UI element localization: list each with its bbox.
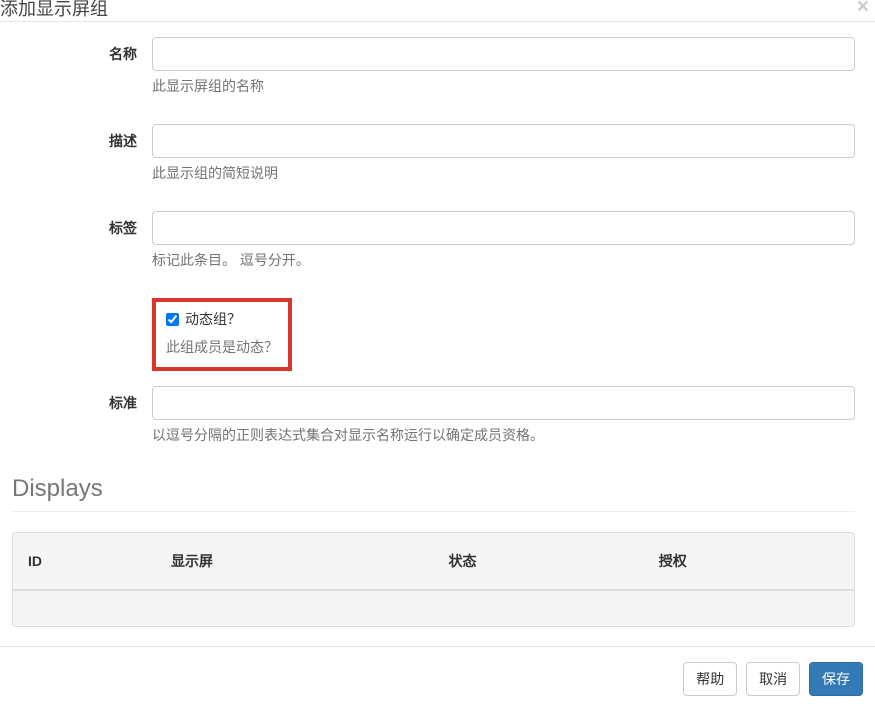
dynamic-highlight-box: 动态组？ 此组成员是动态？ xyxy=(152,298,292,371)
dynamic-checkbox-label[interactable]: 动态组？ xyxy=(166,309,278,329)
desc-input[interactable] xyxy=(152,124,855,158)
modal-body: 名称 此显示屏组的名称 描述 此显示组的简短说明 标签 标记此条目。 逗号分开。… xyxy=(0,22,875,642)
form-group-dynamic: 动态组？ 此组成员是动态？ xyxy=(12,298,855,371)
modal-footer: 帮助 取消 保存 xyxy=(0,646,875,711)
form-group-desc: 描述 此显示组的简短说明 xyxy=(12,124,855,183)
criteria-help: 以逗号分隔的正则表达式集合对显示名称运行以确定成员资格。 xyxy=(152,425,855,445)
tags-field-wrap: 标记此条目。 逗号分开。 xyxy=(152,211,855,270)
dynamic-spacer xyxy=(12,298,152,305)
desc-field-wrap: 此显示组的简短说明 xyxy=(152,124,855,183)
criteria-field-wrap: 以逗号分隔的正则表达式集合对显示名称运行以确定成员资格。 xyxy=(152,386,855,445)
name-field-wrap: 此显示屏组的名称 xyxy=(152,37,855,96)
modal-title: 添加显示屏组 xyxy=(0,0,860,18)
th-status: 状态 xyxy=(433,533,643,590)
close-icon[interactable]: × xyxy=(857,0,869,17)
cancel-button[interactable]: 取消 xyxy=(746,662,800,696)
modal-header: 添加显示屏组 × xyxy=(0,0,875,22)
displays-section-header: Displays xyxy=(12,475,855,512)
name-label: 名称 xyxy=(12,37,152,64)
desc-label: 描述 xyxy=(12,124,152,151)
tags-input[interactable] xyxy=(152,211,855,245)
form-group-criteria: 标准 以逗号分隔的正则表达式集合对显示名称运行以确定成员资格。 xyxy=(12,386,855,445)
save-button[interactable]: 保存 xyxy=(809,662,863,696)
criteria-input[interactable] xyxy=(152,386,855,420)
name-input[interactable] xyxy=(152,37,855,71)
displays-table: ID 显示屏 状态 授权 xyxy=(13,533,854,626)
th-display: 显示屏 xyxy=(156,533,434,590)
dynamic-checkbox[interactable] xyxy=(166,313,179,326)
form-group-name: 名称 此显示屏组的名称 xyxy=(12,37,855,96)
displays-table-wrap: ID 显示屏 状态 授权 xyxy=(12,532,855,627)
th-id: ID xyxy=(13,533,156,590)
tags-help: 标记此条目。 逗号分开。 xyxy=(152,250,855,270)
dynamic-help: 此组成员是动态？ xyxy=(166,337,278,357)
dynamic-label-text: 动态组？ xyxy=(185,309,241,329)
table-header-row: ID 显示屏 状态 授权 xyxy=(13,533,854,590)
criteria-label: 标准 xyxy=(12,386,152,413)
dynamic-field-wrap: 动态组？ 此组成员是动态？ xyxy=(152,298,855,371)
help-button[interactable]: 帮助 xyxy=(683,662,737,696)
name-help: 此显示屏组的名称 xyxy=(152,76,855,96)
tags-label: 标签 xyxy=(12,211,152,238)
th-auth: 授权 xyxy=(644,533,854,590)
form-group-tags: 标签 标记此条目。 逗号分开。 xyxy=(12,211,855,270)
table-row-empty xyxy=(13,590,854,626)
desc-help: 此显示组的简短说明 xyxy=(152,163,855,183)
